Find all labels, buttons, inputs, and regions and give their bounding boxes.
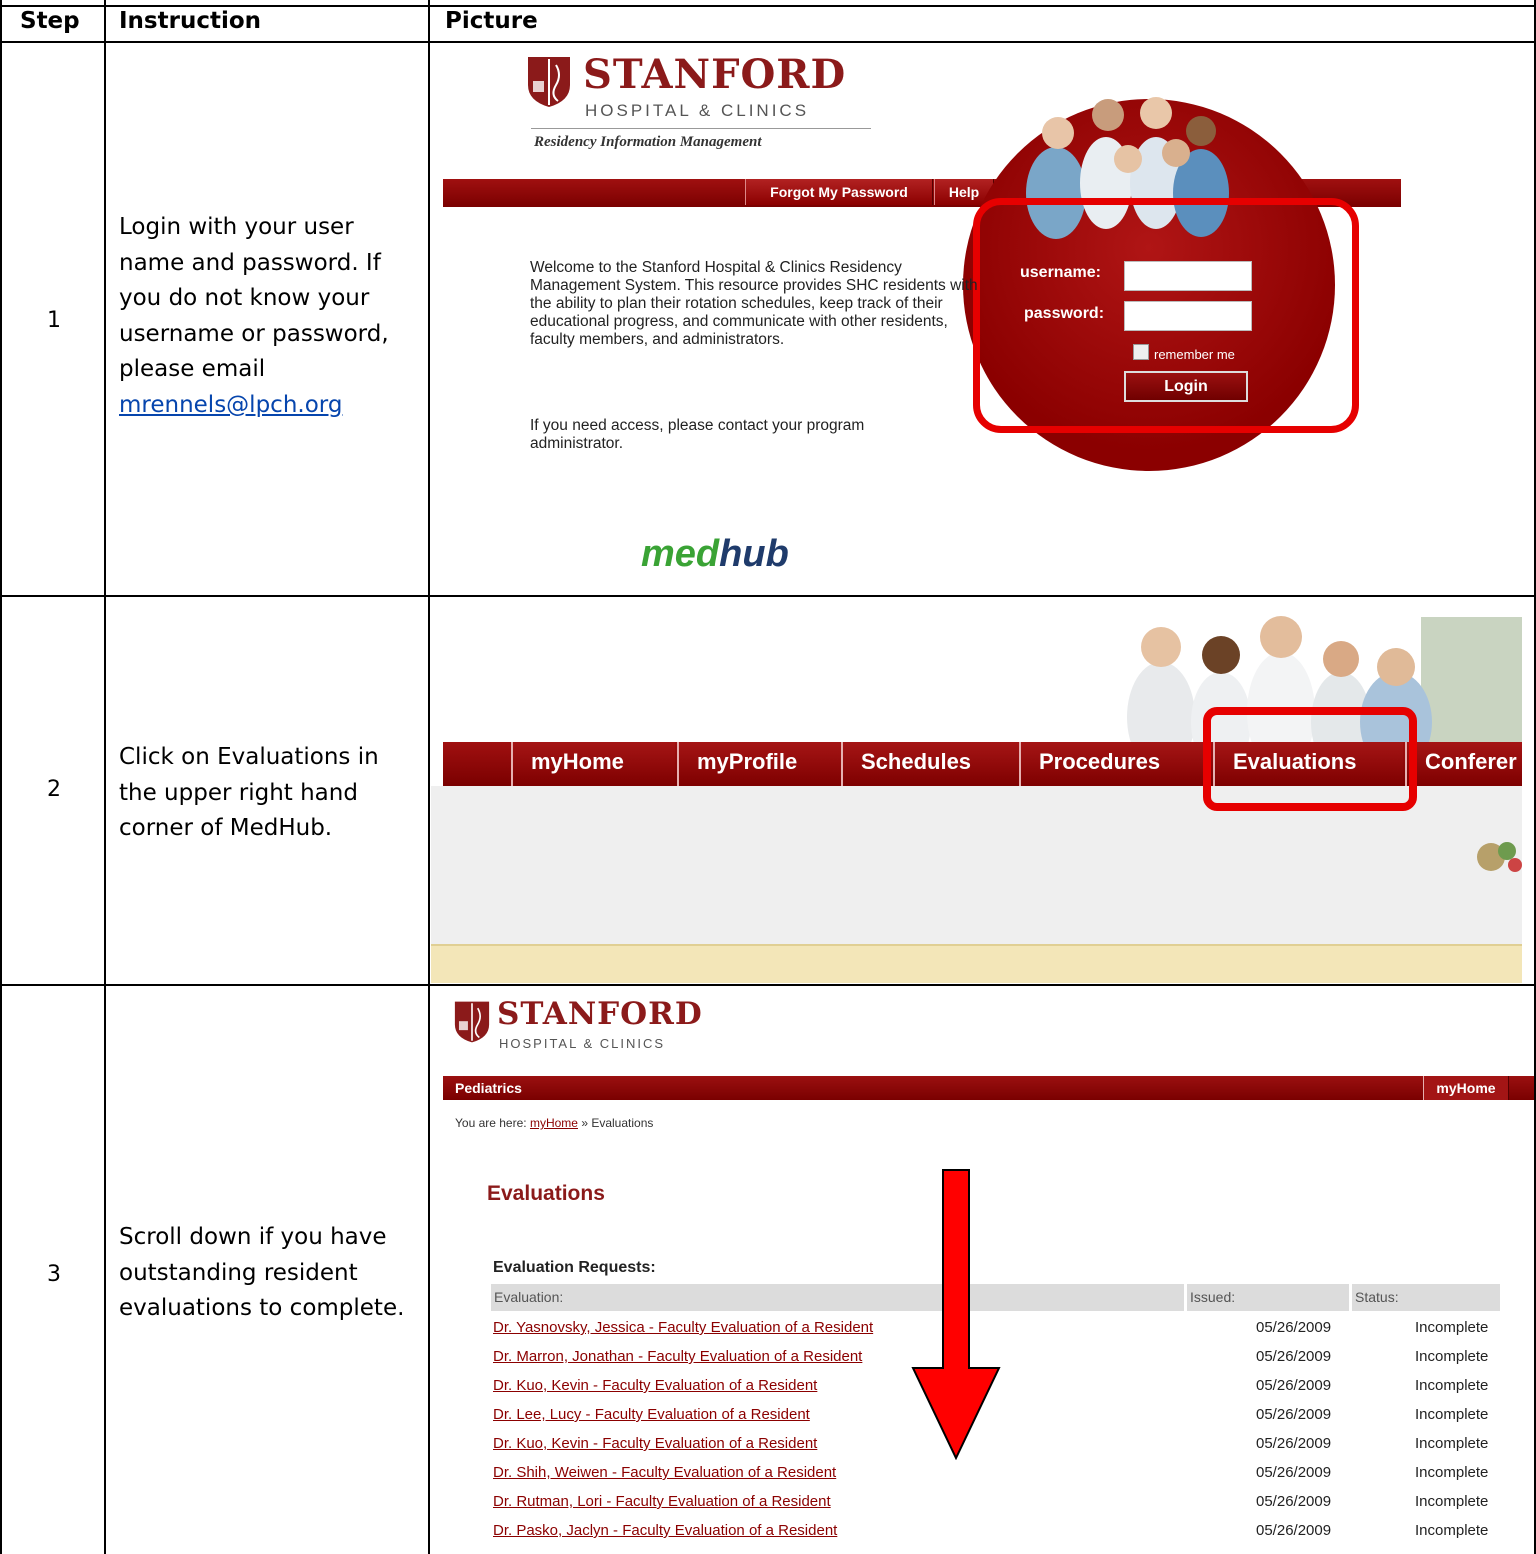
header-step: Step [20,8,80,34]
brand-rule [531,128,871,129]
issued-date: 05/26/2009 [1256,1319,1332,1336]
tab-myprofile[interactable]: myProfile [677,742,843,786]
step-instruction: Login with your user name and password. … [119,210,419,424]
brand-name: STANFORD [583,51,847,98]
table-row: Dr. Pasko, Jaclyn - Faculty Evaluation o… [493,1522,1503,1551]
forgot-password-button[interactable]: Forgot My Password [745,179,933,205]
department-name: Pediatrics [455,1080,522,1096]
issued-date: 05/26/2009 [1256,1377,1332,1394]
stanford-shield-icon [528,57,570,107]
column-header-evaluation: Evaluation: [491,1284,1184,1311]
medhub-logo-med: med [641,533,720,575]
brand-name: STANFORD [497,996,703,1032]
evaluations-screenshot: STANFORD HOSPITAL & CLINICS Pediatrics m… [431,986,1534,1554]
breadcrumb: You are here: myHome » Evaluations [455,1116,653,1130]
page-title: Evaluations [487,1182,605,1205]
col-divider-2 [428,0,430,1554]
tab-myhome[interactable]: myHome [511,742,675,786]
decorative-icon [1477,842,1522,872]
breadcrumb-current: » Evaluations [581,1116,654,1130]
header-picture: Picture [445,8,538,34]
department-bar: Pediatrics myHome [443,1076,1534,1100]
instruction-text: Login with your user name and password. … [119,214,389,383]
step-number: 1 [47,308,61,333]
status-value: Incomplete [1415,1435,1489,1452]
breadcrumb-prefix: You are here: [455,1116,527,1130]
status-value: Incomplete [1415,1348,1489,1365]
brand-subtitle: HOSPITAL & CLINICS [499,1036,666,1051]
table-row: Dr. Shih, Weiwen - Faculty Evaluation of… [493,1464,1503,1493]
status-value: Incomplete [1415,1377,1489,1394]
tab-conferences[interactable]: Conferer [1405,742,1522,786]
issued-date: 05/26/2009 [1256,1435,1332,1452]
myhome-button[interactable]: myHome [1423,1076,1509,1100]
medhub-logo-hub: hub [719,533,789,575]
evaluation-link[interactable]: Dr. Rutman, Lori - Faculty Evaluation of… [493,1493,831,1510]
down-arrow-icon [911,1169,1001,1460]
instruction-text: Scroll down if you have outstanding resi… [119,1224,405,1322]
step-number: 3 [47,1262,61,1287]
instruction-text: Click on Evaluations in the upper right … [119,744,379,842]
evaluation-link[interactable]: Dr. Yasnovsky, Jessica - Faculty Evaluat… [493,1319,873,1336]
evaluation-link[interactable]: Dr. Pasko, Jaclyn - Faculty Evaluation o… [493,1522,837,1539]
stanford-shield-icon [454,1001,490,1043]
table-row: Dr. Rutman, Lori - Faculty Evaluation of… [493,1493,1503,1522]
evaluation-link[interactable]: Dr. Kuo, Kevin - Faculty Evaluation of a… [493,1377,817,1394]
breadcrumb-myhome-link[interactable]: myHome [530,1116,578,1130]
header-instruction: Instruction [119,8,262,34]
status-value: Incomplete [1415,1406,1489,1423]
status-value: Incomplete [1415,1319,1489,1336]
column-header-status: Status: [1352,1284,1500,1311]
tab-schedules[interactable]: Schedules [841,742,1019,786]
issued-date: 05/26/2009 [1256,1348,1332,1365]
footer-strip [431,944,1522,983]
evaluation-link[interactable]: Dr. Lee, Lucy - Faculty Evaluation of a … [493,1406,810,1423]
issued-date: 05/26/2009 [1256,1406,1332,1423]
nav-screenshot: myHome myProfile Schedules Procedures Ev… [431,597,1522,983]
evaluation-link[interactable]: Dr. Kuo, Kevin - Faculty Evaluation of a… [493,1435,817,1452]
highlight-box [1203,707,1417,811]
welcome-text: Welcome to the Stanford Hospital & Clini… [530,259,978,348]
status-value: Incomplete [1415,1522,1489,1539]
column-header-issued: Issued: [1187,1284,1349,1311]
issued-date: 05/26/2009 [1256,1493,1332,1510]
table-border-top [0,5,1536,7]
status-value: Incomplete [1415,1493,1489,1510]
status-value: Incomplete [1415,1464,1489,1481]
evaluation-link[interactable]: Dr. Shih, Weiwen - Faculty Evaluation of… [493,1464,836,1481]
requests-title: Evaluation Requests: [493,1259,656,1276]
access-note: If you need access, please contact your … [530,417,865,452]
step-number: 2 [47,777,61,802]
evaluation-link[interactable]: Dr. Marron, Jonathan - Faculty Evaluatio… [493,1348,862,1365]
tagline: Residency Information Management [534,134,762,150]
email-link[interactable]: mrennels@lpch.org [119,388,419,424]
highlight-box [973,198,1359,433]
medhub-logo: medhub [641,533,789,576]
brand-subtitle: HOSPITAL & CLINICS [585,101,810,120]
login-screenshot: STANFORD HOSPITAL & CLINICS Residency In… [431,43,1533,594]
issued-date: 05/26/2009 [1256,1522,1332,1539]
tab-procedures[interactable]: Procedures [1019,742,1209,786]
issued-date: 05/26/2009 [1256,1464,1332,1481]
